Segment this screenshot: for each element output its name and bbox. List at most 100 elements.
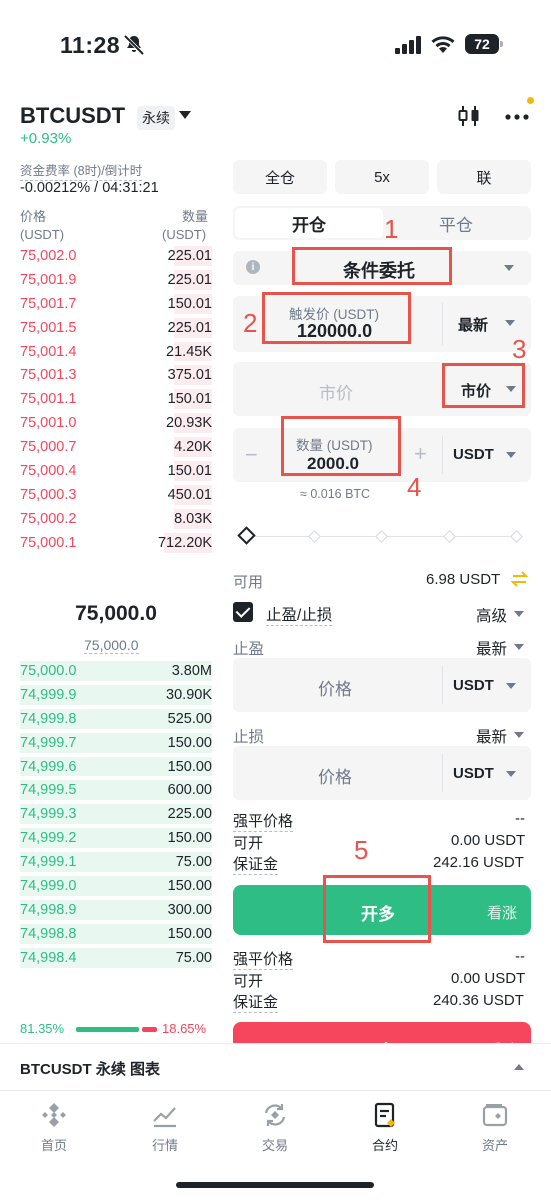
ask-price: 75,000.3 [20,486,77,503]
take-profit-unit-select[interactable]: USDT [453,677,494,694]
ask-row[interactable]: 75,001.7 150.01 [20,292,212,316]
symbol-title[interactable]: BTCUSDT [20,103,125,129]
bid-row[interactable]: 74,999.1 75.00 [20,850,212,874]
info-icon[interactable]: i [246,260,260,274]
slider-step[interactable] [443,530,456,543]
bid-price: 74,998.8 [20,925,77,942]
take-profit-input[interactable]: 价格 [318,675,352,700]
annotation-box-2 [262,292,411,344]
ask-row[interactable]: 75,001.5 225.01 [20,316,212,340]
tab-open[interactable]: 开仓 [235,208,383,238]
nav-trade[interactable]: 交易 [235,1101,315,1154]
stop-loss-source-select[interactable]: 最新 [476,725,507,747]
trigger-source-dropdown-icon [505,320,515,326]
trigger-source-select[interactable]: 最新 [458,314,488,335]
bid-qty: 225.00 [167,806,212,823]
bid-price: 74,999.8 [20,710,77,727]
bid-price: 74,999.7 [20,734,77,751]
quantity-minus-button[interactable]: − [245,442,258,468]
bid-row[interactable]: 74,999.9 30.90K [20,683,212,707]
margin-mode-button[interactable]: 全仓 [233,160,327,194]
nav-home-label: 首页 [40,1138,67,1153]
bid-row[interactable]: 74,999.5 600.00 [20,778,212,802]
chart-bar[interactable]: BTCUSDT 永续 图表 [0,1043,551,1090]
leverage-button[interactable]: 5x [335,160,429,194]
nav-futures[interactable]: 合约 [345,1101,425,1154]
nav-wallet[interactable]: 资产 [455,1101,535,1154]
slider-step[interactable] [510,530,523,543]
ask-row[interactable]: 75,001.1 150.01 [20,387,212,411]
open-close-tabs: 开仓 平仓 [233,206,531,240]
orderbook-price-header: 价格 [20,209,47,224]
last-price[interactable]: 75,000.0 [20,602,212,626]
advanced-dropdown-icon [514,611,524,617]
tpsl-checkbox[interactable] [233,602,253,622]
bid-price: 74,999.2 [20,830,77,847]
nav-trade-label: 交易 [261,1138,288,1153]
ask-price: 75,000.1 [20,534,77,551]
nav-home[interactable]: 首页 [14,1101,94,1154]
ask-row[interactable]: 75,001.4 21.45K [20,340,212,364]
nav-markets[interactable]: 行情 [125,1101,205,1154]
divider [442,436,443,474]
tpsl-advanced-select[interactable]: 高级 [476,604,507,626]
ask-row[interactable]: 75,000.1 712.20K [20,531,212,555]
ask-row[interactable]: 75,000.2 8.03K [20,507,212,531]
mark-price[interactable]: 75,000.0 [84,637,139,654]
tpsl-label[interactable]: 止盈/止损 [266,603,333,626]
stop-loss-unit-select[interactable]: USDT [453,765,494,782]
symbol-dropdown-icon[interactable] [179,111,191,119]
ask-row[interactable]: 75,002.0 225.01 [20,244,212,268]
bid-row[interactable]: 74,999.8 525.00 [20,707,212,731]
long-margin-label[interactable]: 保证金 [233,853,279,875]
bid-price: 74,999.5 [20,782,77,799]
nav-futures-label: 合约 [371,1138,398,1153]
long-liq-price-label[interactable]: 强平价格 [233,810,294,832]
annotation-box-3 [442,363,525,408]
more-options-icon[interactable] [504,110,530,124]
position-mode-button[interactable]: 联 [437,160,531,194]
ask-row[interactable]: 75,001.0 20.93K [20,411,212,435]
ask-qty: 712.20K [157,534,212,551]
bid-qty: 30.90K [166,686,212,703]
bid-row[interactable]: 74,998.4 75.00 [20,946,212,970]
funding-rate-label[interactable]: 资金费率 (8时)/倒计时 [20,160,143,181]
ask-row[interactable]: 75,000.3 450.01 [20,483,212,507]
tp-source-dropdown-icon [514,644,524,650]
ask-row[interactable]: 75,000.4 150.01 [20,459,212,483]
tp-unit-dropdown-icon [506,683,516,689]
bid-price: 75,000.0 [20,662,77,679]
short-margin-label[interactable]: 保证金 [233,991,279,1013]
long-liq-price-value: -- [515,810,525,827]
slider-handle[interactable] [237,526,256,545]
ask-row[interactable]: 75,001.3 375.01 [20,363,212,387]
slider-step[interactable] [308,530,321,543]
ask-row[interactable]: 75,001.9 225.01 [20,268,212,292]
price-input[interactable]: 市价 [319,379,353,404]
bid-row[interactable]: 74,999.2 150.00 [20,826,212,850]
ask-qty: 225.01 [167,247,212,264]
long-max-open-label: 可开 [233,835,264,852]
slider-step[interactable] [375,530,388,543]
annotation-number-3: 3 [512,334,527,364]
chevron-up-icon[interactable] [514,1064,524,1070]
candlestick-chart-icon[interactable] [457,104,481,128]
quantity-unit-select[interactable]: USDT [453,446,494,463]
bid-row[interactable]: 74,999.6 150.00 [20,755,212,779]
divider [442,303,443,345]
short-liq-price-label[interactable]: 强平价格 [233,948,294,970]
transfer-icon[interactable] [510,570,529,588]
bid-row[interactable]: 74,999.0 150.00 [20,874,212,898]
bid-row[interactable]: 74,998.9 300.00 [20,898,212,922]
ask-row[interactable]: 75,000.7 4.20K [20,435,212,459]
bid-row[interactable]: 74,999.7 150.00 [20,731,212,755]
bid-qty: 150.00 [167,877,212,894]
bid-row[interactable]: 75,000.0 3.80M [20,659,212,683]
tab-close[interactable]: 平仓 [383,208,529,238]
bid-qty: 150.00 [167,830,212,847]
take-profit-source-select[interactable]: 最新 [476,637,507,659]
bid-row[interactable]: 74,999.3 225.00 [20,802,212,826]
quantity-plus-button[interactable]: + [414,441,427,467]
bid-row[interactable]: 74,998.8 150.00 [20,922,212,946]
stop-loss-input[interactable]: 价格 [318,763,352,788]
